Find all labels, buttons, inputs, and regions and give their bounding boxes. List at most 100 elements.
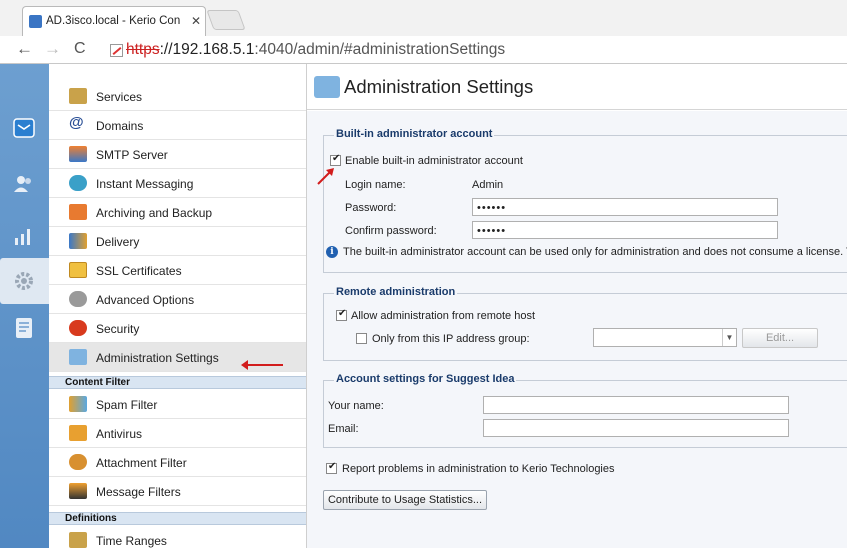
info-icon: i [326, 246, 338, 258]
suggest-idea-legend: Account settings for Suggest Idea [334, 373, 517, 385]
kerio-favicon-icon [29, 15, 42, 28]
sidebar-item-antivirus[interactable]: Antivirus [49, 419, 306, 448]
settings-form: Built-in administrator account Enable bu… [307, 111, 847, 548]
enable-builtin-admin-label: Enable built-in administrator account [345, 155, 523, 167]
services-icon [69, 88, 87, 104]
logs-icon[interactable] [12, 316, 36, 340]
allow-remote-checkbox[interactable] [336, 308, 347, 321]
sidebar-item-label: Instant Messaging [96, 177, 194, 191]
certificate-icon [69, 262, 87, 278]
edit-ip-group-button[interactable]: Edit... [742, 328, 818, 348]
page-title: Administration Settings [344, 76, 534, 97]
section-header-definitions: Definitions [49, 512, 306, 525]
sidebar-item-label: Archiving and Backup [96, 206, 213, 220]
sidebar-item-message-filters[interactable]: Message Filters [49, 477, 306, 506]
sidebar-item-services[interactable]: Services [49, 82, 306, 111]
allow-remote-label: Allow administration from remote host [351, 310, 536, 322]
password-label: Password: [345, 202, 397, 214]
sidebar-item-delivery[interactable]: Delivery [49, 227, 306, 256]
tab-title: AD.3isco.local - Kerio Con [46, 15, 181, 27]
smtp-server-icon [69, 146, 87, 162]
annotation-arrow [317, 168, 334, 185]
sidebar-item-advanced-options[interactable]: Advanced Options [49, 285, 306, 314]
suggest-idea-group: Account settings for Suggest Idea Your n… [323, 373, 847, 448]
sidebar-item-label: Message Filters [96, 485, 181, 499]
sidebar-item-label: Time Ranges [96, 534, 167, 548]
admin-settings-icon [69, 349, 87, 365]
login-name-label: Login name: [345, 179, 406, 191]
annotation-arrow [241, 360, 283, 370]
users-icon[interactable] [12, 172, 36, 196]
your-name-label: Your name: [328, 400, 384, 412]
at-sign-icon: @ [69, 114, 84, 131]
advanced-gears-icon [69, 291, 87, 307]
sidebar-item-label: Delivery [96, 235, 140, 249]
sidebar-item-label: Spam Filter [96, 398, 158, 412]
sidebar-item-smtp-server[interactable]: SMTP Server [49, 140, 306, 169]
section-header-label: Definitions [65, 513, 117, 524]
sidebar-item-ssl-certificates[interactable]: SSL Certificates [49, 256, 306, 285]
browser-toolbar: ← → C https://192.168.5.1:4040/admin/#ad… [0, 36, 847, 64]
configuration-tab[interactable] [0, 258, 49, 304]
confirm-password-label: Confirm password: [345, 225, 437, 237]
sidebar-item-time-ranges[interactable]: Time Ranges [49, 526, 306, 548]
main-panel: Administration Settings Built-in adminis… [307, 64, 847, 548]
ip-group-select[interactable]: ▼ [593, 328, 737, 347]
back-arrow-icon[interactable]: ← [16, 40, 33, 58]
browser-tab[interactable]: AD.3isco.local - Kerio Con ✕ [22, 6, 206, 36]
url-path: :4040/admin/#administrationSettings [254, 41, 506, 58]
sidebar-item-label: Services [96, 90, 143, 104]
address-bar[interactable]: https://192.168.5.1:4040/admin/#administ… [126, 41, 505, 59]
sidebar-item-archiving-backup[interactable]: Archiving and Backup [49, 198, 306, 227]
mail-icon[interactable] [12, 116, 36, 140]
archive-icon [69, 204, 87, 220]
enable-builtin-admin-checkbox[interactable] [330, 153, 341, 166]
report-problems-checkbox[interactable] [326, 461, 337, 474]
sidebar-item-administration-settings[interactable]: Administration Settings [49, 343, 306, 372]
password-field[interactable]: •••••• [472, 198, 778, 216]
confirm-password-field[interactable]: •••••• [472, 221, 778, 239]
sidebar-item-domains[interactable]: @ Domains [49, 111, 306, 140]
chevron-down-icon[interactable]: ▼ [722, 329, 736, 346]
sidebar-item-label: Antivirus [96, 427, 143, 441]
section-header-content-filter: Content Filter [49, 376, 306, 389]
sidebar-item-label: Domains [96, 119, 144, 133]
contribute-usage-statistics-button[interactable]: Contribute to Usage Statistics... [323, 490, 487, 510]
sidebar-item-label: Advanced Options [96, 293, 195, 307]
builtin-admin-group: Built-in administrator account Enable bu… [323, 128, 847, 273]
email-field[interactable] [483, 419, 789, 437]
url-scheme: https [126, 41, 160, 58]
your-name-field[interactable] [483, 396, 789, 414]
forward-arrow-icon[interactable]: → [44, 40, 61, 58]
sidebar-item-security[interactable]: Security [49, 314, 306, 343]
sidebar-item-label: Attachment Filter [96, 456, 187, 470]
antivirus-icon [69, 425, 87, 441]
sidebar-item-instant-messaging[interactable]: Instant Messaging [49, 169, 306, 198]
email-label: Email: [328, 423, 359, 435]
url-host: ://192.168.5.1 [159, 41, 255, 58]
settings-menu: Services @ Domains SMTP Server Instant M… [49, 64, 307, 548]
builtin-admin-legend: Built-in administrator account [334, 128, 495, 140]
new-tab-button[interactable] [206, 10, 246, 30]
sidebar-item-attachment-filter[interactable]: Attachment Filter [49, 448, 306, 477]
only-ip-group-checkbox[interactable] [356, 333, 367, 344]
sidebar-item-label: SSL Certificates [96, 264, 182, 278]
builtin-admin-info-text: The built-in administrator account can b… [343, 246, 847, 258]
delivery-icon [69, 233, 87, 249]
remote-admin-group: Remote administration Allow administrati… [323, 286, 847, 361]
sidebar-item-label: Security [96, 322, 140, 336]
spam-filter-icon [69, 396, 87, 412]
gear-icon [15, 272, 33, 290]
sidebar-item-spam-filter[interactable]: Spam Filter [49, 390, 306, 419]
browser-tab-bar: AD.3isco.local - Kerio Con ✕ [0, 0, 847, 36]
remote-admin-legend: Remote administration [334, 286, 458, 298]
security-icon [69, 320, 87, 336]
statistics-icon[interactable] [12, 224, 36, 248]
insecure-lock-icon[interactable] [110, 44, 123, 57]
message-filters-icon [69, 483, 87, 499]
app-icon-strip [0, 64, 49, 548]
reload-icon[interactable]: C [74, 40, 86, 58]
sidebar-item-label: SMTP Server [96, 148, 168, 162]
sidebar-item-label: Administration Settings [96, 351, 219, 365]
tab-close-icon[interactable]: ✕ [191, 14, 201, 28]
